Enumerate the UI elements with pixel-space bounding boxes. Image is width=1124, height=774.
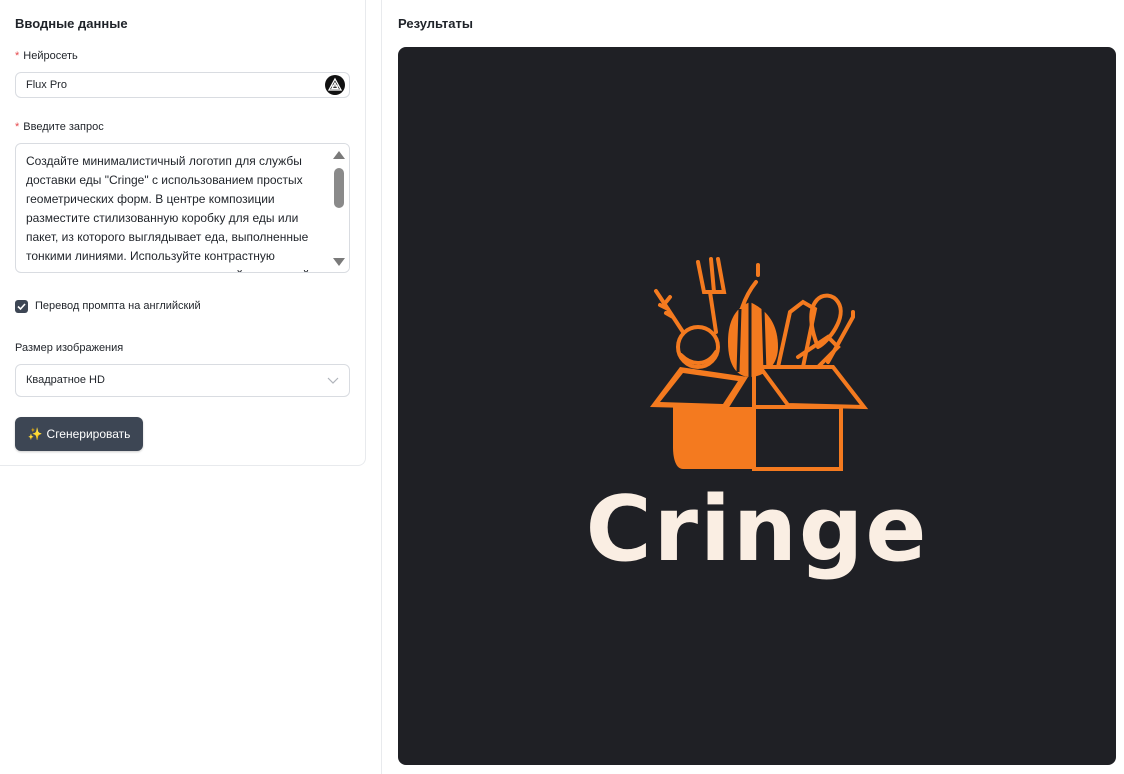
required-mark: * — [15, 121, 20, 133]
scroll-down-arrow-icon[interactable] — [333, 258, 345, 266]
prompt-scrollbar[interactable] — [331, 144, 349, 272]
logo-text: Cringe — [585, 477, 929, 582]
prompt-textarea[interactable]: Создайте минималистичный логотип для слу… — [15, 143, 350, 273]
required-mark: * — [15, 50, 20, 62]
scroll-thumb[interactable] — [334, 168, 344, 208]
model-logo-icon — [325, 75, 345, 95]
generate-button-label: Сгенерировать — [46, 427, 131, 441]
input-panel-title: Вводные данные — [15, 16, 128, 31]
sparkles-icon: ✨ — [27, 427, 43, 441]
model-select[interactable]: Flux Pro — [15, 72, 350, 98]
model-label: * Нейросеть — [15, 50, 78, 62]
food-box-logo-icon — [650, 257, 869, 471]
prompt-text: Создайте минималистичный логотип для слу… — [26, 154, 309, 272]
size-select[interactable]: Квадратное HD — [15, 364, 350, 397]
translate-label: Перевод промпта на английский — [35, 300, 201, 312]
result-image[interactable]: Cringe — [398, 47, 1116, 765]
model-value: Flux Pro — [26, 79, 67, 91]
scroll-up-arrow-icon[interactable] — [333, 151, 345, 159]
generate-button[interactable]: ✨ Сгенерировать — [15, 417, 143, 451]
size-value: Квадратное HD — [26, 374, 105, 386]
size-label: Размер изображения — [15, 342, 124, 354]
input-panel: Вводные данные * Нейросеть Flux Pro * Введ… — [0, 0, 366, 466]
chevron-down-icon — [327, 377, 339, 384]
translate-checkbox[interactable] — [15, 300, 28, 313]
prompt-label: * Введите запрос — [15, 121, 104, 133]
results-title: Результаты — [398, 16, 473, 31]
check-icon — [17, 303, 26, 311]
